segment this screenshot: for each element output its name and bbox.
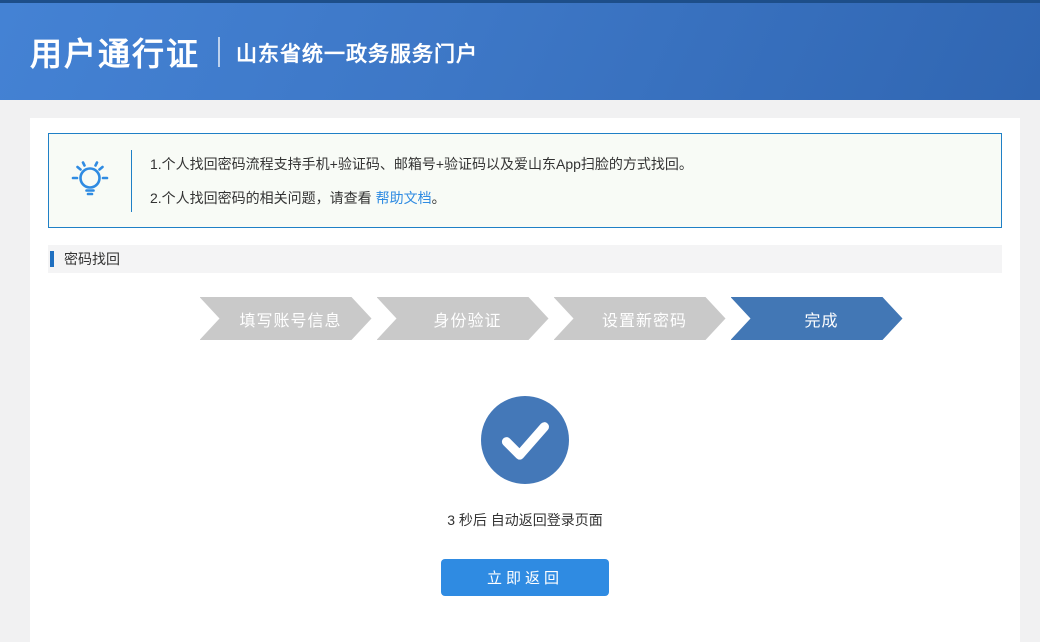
section-accent-bar (50, 251, 54, 267)
success-check-icon (481, 396, 569, 484)
result-area: 3 秒后 自动返回登录页面 立即返回 (48, 340, 1002, 596)
lightbulb-icon (49, 159, 131, 203)
step-set-new-password: 设置新密码 (554, 297, 726, 340)
notice-text: 1.个人找回密码流程支持手机+验证码、邮箱号+验证码以及爱山东App扫脸的方式找… (132, 147, 693, 215)
notice-line1: 1.个人找回密码流程支持手机+验证码、邮箱号+验证码以及爱山东App扫脸的方式找… (150, 147, 693, 181)
header: 用户通行证 山东省统一政务服务门户 (0, 0, 1040, 100)
notice-box: 1.个人找回密码流程支持手机+验证码、邮箱号+验证码以及爱山东App扫脸的方式找… (48, 133, 1002, 228)
notice-line2-suffix: 。 (432, 190, 446, 206)
notice-line2: 2.个人找回密码的相关问题，请查看 帮助文档。 (150, 181, 693, 215)
section-header: 密码找回 (48, 245, 1002, 273)
brand-divider (218, 37, 220, 67)
countdown-text: 3 秒后 自动返回登录页面 (447, 510, 603, 530)
return-now-button[interactable]: 立即返回 (441, 559, 609, 596)
help-doc-link[interactable]: 帮助文档 (376, 190, 432, 206)
page-title: 密码找回 (64, 249, 120, 269)
step-complete: 完成 (731, 297, 903, 340)
notice-line2-text: 2.个人找回密码的相关问题，请查看 (150, 190, 376, 206)
main-panel: 1.个人找回密码流程支持手机+验证码、邮箱号+验证码以及爱山东App扫脸的方式找… (30, 118, 1020, 642)
brand-title: 用户通行证 (30, 29, 200, 75)
step-identity-verification: 身份验证 (377, 297, 549, 340)
step-indicator: 填写账号信息 身份验证 设置新密码 完成 (48, 297, 1002, 340)
portal-title: 山东省统一政务服务门户 (236, 36, 478, 68)
step-fill-account-info: 填写账号信息 (200, 297, 372, 340)
